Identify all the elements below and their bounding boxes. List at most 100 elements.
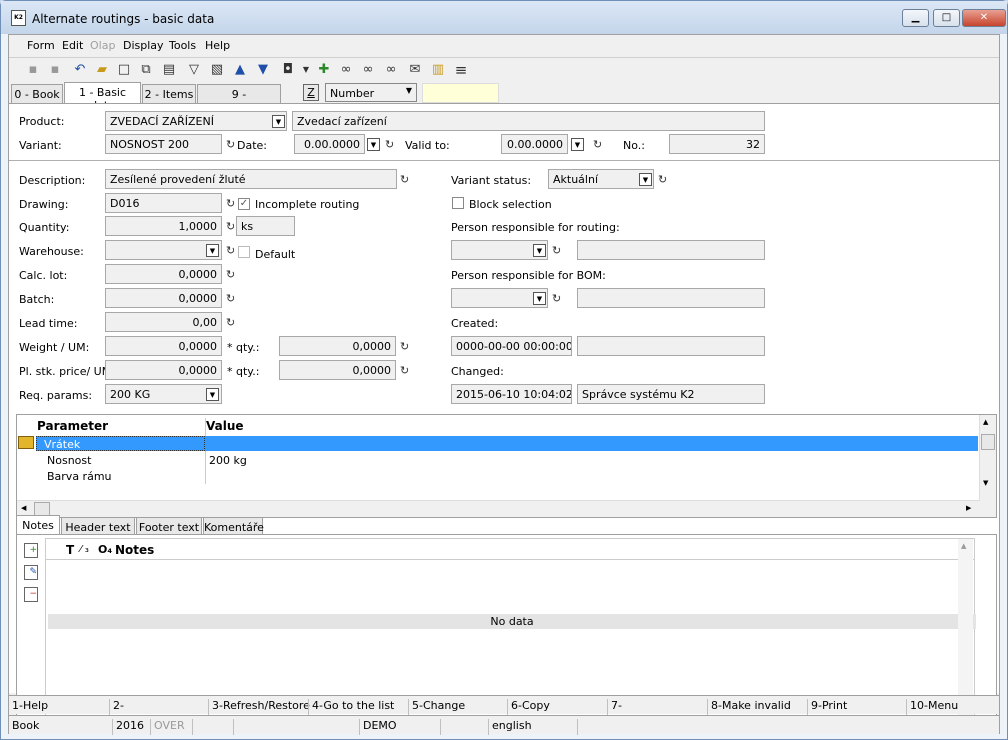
open-folder-icon[interactable]: ▰ [93,61,111,79]
restore-icon[interactable]: ↻ [226,316,235,329]
fkey-make-invalid[interactable]: 8-Make invalid [707,699,791,715]
weight-field[interactable]: 0,0000 [105,336,222,356]
vertical-scrollbar[interactable]: ▲ ▼ [979,415,996,517]
table-row[interactable]: Vrátek [36,436,978,451]
drawing-field[interactable]: D016 [105,193,222,213]
binoculars-icon[interactable]: ∞ [337,61,355,79]
vertical-scrollbar[interactable]: ▲ ▼ [958,539,973,718]
camera-dropdown-icon[interactable]: ▼ [297,61,315,79]
fkey-7[interactable]: 7- [607,699,622,715]
req-params-select[interactable]: 200 KG [105,384,222,404]
variant-field[interactable]: NOSNOST 200 [105,134,222,154]
mail-icon[interactable]: ✉ [406,61,424,79]
tree-icon[interactable]: ✚ [315,61,333,79]
product-dropdown-icon[interactable]: ▼ [272,115,285,128]
fkey-2[interactable]: 2- [109,699,124,715]
tab-attachments[interactable]: 9 - Attachments [197,84,281,114]
scroll-left-icon[interactable]: ◀ [21,504,26,512]
table-row[interactable]: Nosnost 200 kg [36,453,978,468]
fkey-menu[interactable]: 10-Menu [906,699,958,715]
parameter-column-header[interactable]: Parameter [37,419,108,433]
find-replace-icon[interactable]: ∞ [382,61,400,79]
restore-icon[interactable]: ↻ [400,340,409,353]
filter-icon[interactable]: ▽ [185,61,203,79]
restore-icon[interactable]: ↻ [226,292,235,305]
date-field[interactable]: 0.00.0000 [294,134,365,154]
minimize-button[interactable]: ▁ [902,9,929,27]
scroll-right-icon[interactable]: ▶ [966,504,971,512]
document-filter-icon[interactable]: ▧ [208,61,226,79]
fkey-change[interactable]: 5-Change [408,699,465,715]
description-field[interactable]: Zesílené provedení žluté [105,169,397,189]
table-row[interactable]: Barva rámu [36,469,978,484]
restore-icon[interactable]: ↻ [552,244,561,257]
close-button[interactable]: ✕ [962,9,1006,27]
menu-form[interactable]: Form [27,39,55,52]
restore-icon[interactable]: ↻ [658,173,667,186]
fkey-help[interactable]: 1-Help [9,699,48,715]
warehouse-dropdown-icon[interactable]: ▼ [206,244,219,257]
fkey-copy[interactable]: 6-Copy [507,699,550,715]
quick-search-input[interactable] [422,83,499,103]
restore-icon[interactable]: ↻ [226,197,235,210]
date-dropdown-icon[interactable]: ▼ [367,138,380,151]
scroll-up-icon[interactable]: ▲ [961,542,966,550]
arrow-down-icon[interactable]: ▼ [254,61,272,79]
restore-icon[interactable]: ↻ [226,268,235,281]
menu-help[interactable]: Help [205,39,230,52]
new-document-icon[interactable]: □ [115,61,133,79]
default-checkbox[interactable] [238,246,250,258]
restore-icon[interactable]: ↻ [226,220,235,233]
sort-key-button[interactable]: Z [303,84,319,101]
quantity-field[interactable]: 1,0000 [105,216,222,236]
valid-to-dropdown-icon[interactable]: ▼ [571,138,584,151]
scroll-up-icon[interactable]: ▲ [983,418,988,426]
req-params-dropdown-icon[interactable]: ▼ [206,388,219,401]
add-note-icon[interactable]: + [24,543,38,558]
camera-icon[interactable]: ◘ [279,61,297,79]
tab-notes[interactable]: Notes [16,515,60,535]
restore-icon[interactable]: ↻ [593,138,602,151]
incomplete-routing-checkbox[interactable]: ✓ [238,198,250,210]
tab-items[interactable]: 2 - Items [142,84,196,104]
undo-icon[interactable]: ↶ [71,61,89,79]
menu-display[interactable]: Display [123,39,164,52]
restore-icon[interactable]: ↻ [226,138,235,151]
person-bom-dropdown-icon[interactable]: ▼ [533,292,546,305]
arrow-up-icon[interactable]: ▲ [231,61,249,79]
fkey-refresh[interactable]: 3-Refresh/Restore [208,699,310,715]
restore-icon[interactable]: ↻ [226,244,235,257]
warehouse-select[interactable] [105,240,222,260]
scroll-down-icon[interactable]: ▼ [983,479,988,487]
value-column-header[interactable]: Value [206,419,244,433]
restore-icon[interactable]: ↻ [552,292,561,305]
lead-time-field[interactable]: 0,00 [105,312,222,332]
delete-note-icon[interactable]: − [24,587,38,602]
report-icon[interactable]: ▥ [429,61,447,79]
fkey-print[interactable]: 9-Print [807,699,847,715]
tab-basic-data[interactable]: 1 - Basic data [64,82,141,112]
scroll-thumb[interactable] [34,502,50,516]
valid-to-field[interactable]: 0.00.0000 [501,134,568,154]
scroll-thumb[interactable] [981,434,995,450]
menu-edit[interactable]: Edit [62,39,83,52]
fkey-go-to-list[interactable]: 4-Go to the list [308,699,394,715]
maximize-button[interactable]: □ [933,9,960,27]
price-field[interactable]: 0,0000 [105,360,222,380]
find-next-icon[interactable]: ∞ [359,61,377,79]
block-selection-checkbox[interactable] [452,197,464,209]
batch-field[interactable]: 0,0000 [105,288,222,308]
tab-book[interactable]: 0 - Book [11,84,63,104]
person-routing-dropdown-icon[interactable]: ▼ [533,244,546,257]
restore-icon[interactable]: ↻ [400,364,409,377]
sort-field-select[interactable]: Number ▼ [325,83,417,102]
book-icon[interactable]: ▤ [160,61,178,79]
variant-status-dropdown-icon[interactable]: ▼ [639,173,652,186]
menu-tools[interactable]: Tools [169,39,196,52]
edit-note-icon[interactable]: ✎ [24,565,38,580]
price-qty-field[interactable]: 0,0000 [279,360,396,380]
restore-icon[interactable]: ↻ [400,173,409,186]
calc-lot-field[interactable]: 0,0000 [105,264,222,284]
menu-lines-icon[interactable]: ≡ [452,61,470,79]
product-code-field[interactable]: ZVEDACÍ ZAŘÍZENÍ [105,111,287,131]
